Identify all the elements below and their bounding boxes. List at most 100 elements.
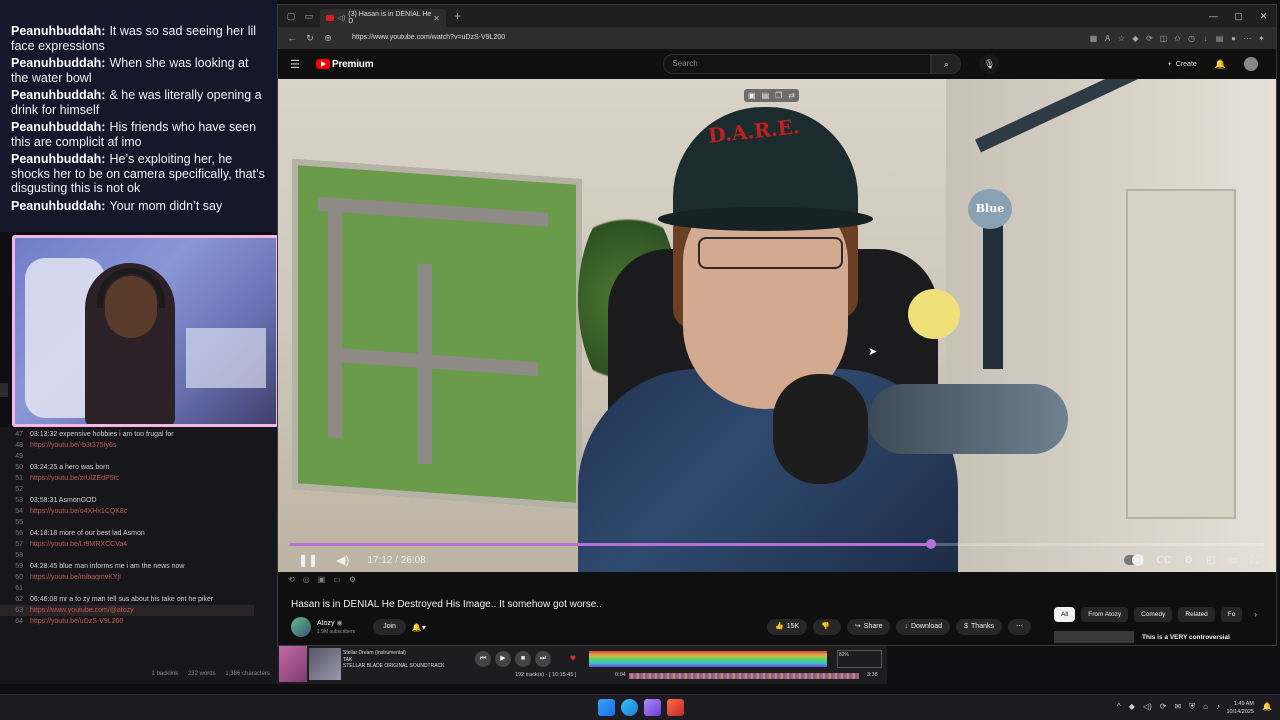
like-button[interactable]: 👍 15K (767, 619, 808, 635)
youtube-logo[interactable]: Premium (316, 59, 374, 70)
note-line[interactable]: 61 (0, 583, 277, 594)
chips-next-icon[interactable]: › (1254, 607, 1257, 622)
history-icon[interactable]: ◷ (1187, 34, 1196, 43)
volume-meter[interactable]: 82% (837, 650, 882, 668)
refresh-extension-icon[interactable]: ⟳ (1145, 34, 1154, 43)
previous-track-icon[interactable]: ⏮ (475, 651, 491, 667)
note-link[interactable]: https://www.youtube.com/@atozy (30, 605, 134, 616)
network-icon[interactable]: ⌂ (1203, 702, 1208, 712)
note-link[interactable]: https://youtu.be/zrUlZEdP5tc (30, 473, 119, 484)
note-line[interactable]: 57 https://youtu.be/Lt9MRXCCVa4 (0, 539, 277, 550)
close-window-button[interactable]: ✕ (1251, 11, 1276, 22)
note-link[interactable]: https://youtu.be/uDzS-V9L200 (30, 616, 123, 627)
refresh-icon[interactable]: ↻ (302, 33, 318, 44)
note-line[interactable]: 50 03:24:25 a hero was born (0, 462, 277, 473)
pause-icon[interactable]: ❚❚ (298, 553, 318, 567)
channel-name[interactable]: Atozy ◉ (317, 619, 355, 627)
note-line[interactable]: 52 (0, 484, 277, 495)
translate-icon[interactable]: ⇄ (788, 91, 795, 100)
hamburger-menu-icon[interactable]: ☰ (290, 58, 306, 71)
more-actions-icon[interactable]: ⋯ (1008, 619, 1031, 635)
clock[interactable]: 1:49 AM 10/14/2025 (1226, 700, 1254, 716)
tool-settings-icon[interactable]: ⚙ (349, 575, 356, 584)
chat-username[interactable]: Peanuhbuddah: (11, 199, 105, 213)
play-icon[interactable]: ▶ (495, 651, 511, 667)
cinema-icon[interactable]: ▭ (333, 575, 341, 584)
miniplayer-icon[interactable]: ◰ (1206, 555, 1215, 566)
close-tab-icon[interactable]: ✕ (433, 14, 440, 23)
url-field[interactable]: https://www.youtube.com/watch?v=uDzS-V9L… (344, 30, 1089, 46)
windows-start-icon[interactable] (598, 699, 615, 716)
music-app-icon[interactable] (667, 699, 684, 716)
tray-sync-icon[interactable]: ⟳ (1160, 702, 1167, 712)
subscribed-bell-icon[interactable]: 🔔▾ (412, 623, 426, 632)
tab-youtube[interactable]: ◁) (3) Hasan is in DENIAL He D ✕ (320, 9, 446, 27)
chat-username[interactable]: Peanuhbuddah: (11, 56, 105, 70)
note-link[interactable]: https://youtu.be/mibaqmvKYjI (30, 572, 121, 583)
loop-icon[interactable]: ⟲ (288, 575, 295, 584)
volume-tray-icon[interactable]: ♪ (1216, 702, 1220, 712)
chip-all[interactable]: All (1054, 607, 1076, 622)
captions-icon[interactable]: CC (1157, 555, 1171, 566)
profile-icon[interactable]: ● (1229, 34, 1238, 43)
read-aloud-icon[interactable]: A (1103, 34, 1112, 43)
settings-gear-icon[interactable]: ⚙ (1184, 555, 1193, 566)
note-line[interactable]: 63 https://www.youtube.com/@atozy (0, 605, 254, 616)
note-line[interactable]: 64 https://youtu.be/uDzS-V9L200 (0, 616, 277, 627)
pip-icon[interactable]: ▤ (762, 91, 770, 100)
chip-related[interactable]: Related (1178, 607, 1215, 622)
maximize-button[interactable]: ▢ (1226, 11, 1251, 22)
split-screen-icon[interactable]: ◫ (1159, 34, 1168, 43)
backlink-count[interactable]: 1 backlink (152, 671, 179, 677)
note-line[interactable]: 60 https://youtu.be/mibaqmvKYjI (0, 572, 277, 583)
search-icon[interactable]: ⌕ (931, 54, 962, 74)
fullscreen-icon[interactable]: ⛶ (1251, 555, 1258, 566)
note-line[interactable]: 55 (0, 517, 277, 528)
stop-icon[interactable]: ■ (515, 651, 531, 667)
copy-icon[interactable]: ❐ (775, 91, 782, 100)
tray-shield-icon[interactable]: ⛨ (1189, 702, 1195, 712)
note-link[interactable]: https://youtu.be/-b3t375Iy6s (30, 440, 116, 451)
site-info-icon[interactable]: ⊜ (320, 33, 336, 44)
microphone-icon[interactable]: 🎙 (979, 54, 1000, 74)
chip-fo[interactable]: Fo (1220, 607, 1243, 622)
left-edge-tab[interactable] (0, 383, 8, 397)
app-icon[interactable]: ▦ (1089, 34, 1098, 43)
note-line[interactable]: 51 https://youtu.be/zrUlZEdP5tc (0, 473, 277, 484)
favorite-icon[interactable]: ☆ (1117, 34, 1126, 43)
note-line[interactable]: 59 04:28:45 blue man informs me i am the … (0, 561, 277, 572)
create-button[interactable]: + Create (1168, 61, 1197, 68)
download-button[interactable]: ↓ Download (896, 619, 951, 635)
chat-username[interactable]: Peanuhbuddah: (11, 152, 105, 166)
extension-icon[interactable]: ◆ (1131, 34, 1140, 43)
volume-icon[interactable]: ◀) (336, 553, 349, 567)
chip-comedy[interactable]: Comedy (1134, 607, 1173, 622)
minimize-button[interactable]: — (1201, 11, 1226, 22)
video-player[interactable]: D.A.R.E. Blue ▣ ▤ ❐ ⇄ ➤ ❚❚ ◀) 17:12 / 26… (278, 79, 1276, 572)
note-line[interactable]: 53 03:58:31 AsmonGOD (0, 495, 277, 506)
chat-username[interactable]: Peanuhbuddah: (11, 88, 105, 102)
account-avatar[interactable] (1244, 57, 1258, 71)
note-link[interactable]: https://youtu.be/o4XHx1CQK8c (30, 506, 127, 517)
back-icon[interactable]: ← (284, 33, 300, 43)
chat-username[interactable]: Peanuhbuddah: (11, 24, 105, 38)
download-icon[interactable]: ↓ (1201, 34, 1210, 43)
note-link[interactable]: https://youtu.be/Lt9MRXCCVa4 (30, 539, 127, 550)
note-line[interactable]: 54 https://youtu.be/o4XHx1CQK8c (0, 506, 277, 517)
notification-center-icon[interactable]: 🔔 (1262, 702, 1272, 711)
notifications-bell-icon[interactable]: 🔔 (1215, 59, 1226, 70)
channel-name-text[interactable]: Atozy (317, 620, 335, 627)
note-line[interactable]: 47 03:13:32 expensive hobbies i am too fr… (0, 429, 277, 440)
favorites-icon[interactable]: ✩ (1173, 34, 1182, 43)
speaker-icon[interactable]: ◁) (338, 14, 346, 22)
screenshot-tool-icon[interactable]: ▣ (318, 575, 326, 584)
tray-app-icon[interactable]: ◆ (1129, 702, 1135, 712)
note-line[interactable]: 49 (0, 451, 277, 462)
new-tab-button[interactable]: + (454, 9, 461, 23)
dislike-button[interactable]: 👎 (813, 619, 841, 635)
edge-browser-icon[interactable] (621, 699, 638, 716)
share-button[interactable]: ↪ Share (846, 619, 891, 635)
search-input[interactable]: Search (663, 54, 932, 74)
video-progress-bar[interactable] (290, 539, 1264, 549)
tray-chat-icon[interactable]: ✉ (1174, 702, 1181, 712)
